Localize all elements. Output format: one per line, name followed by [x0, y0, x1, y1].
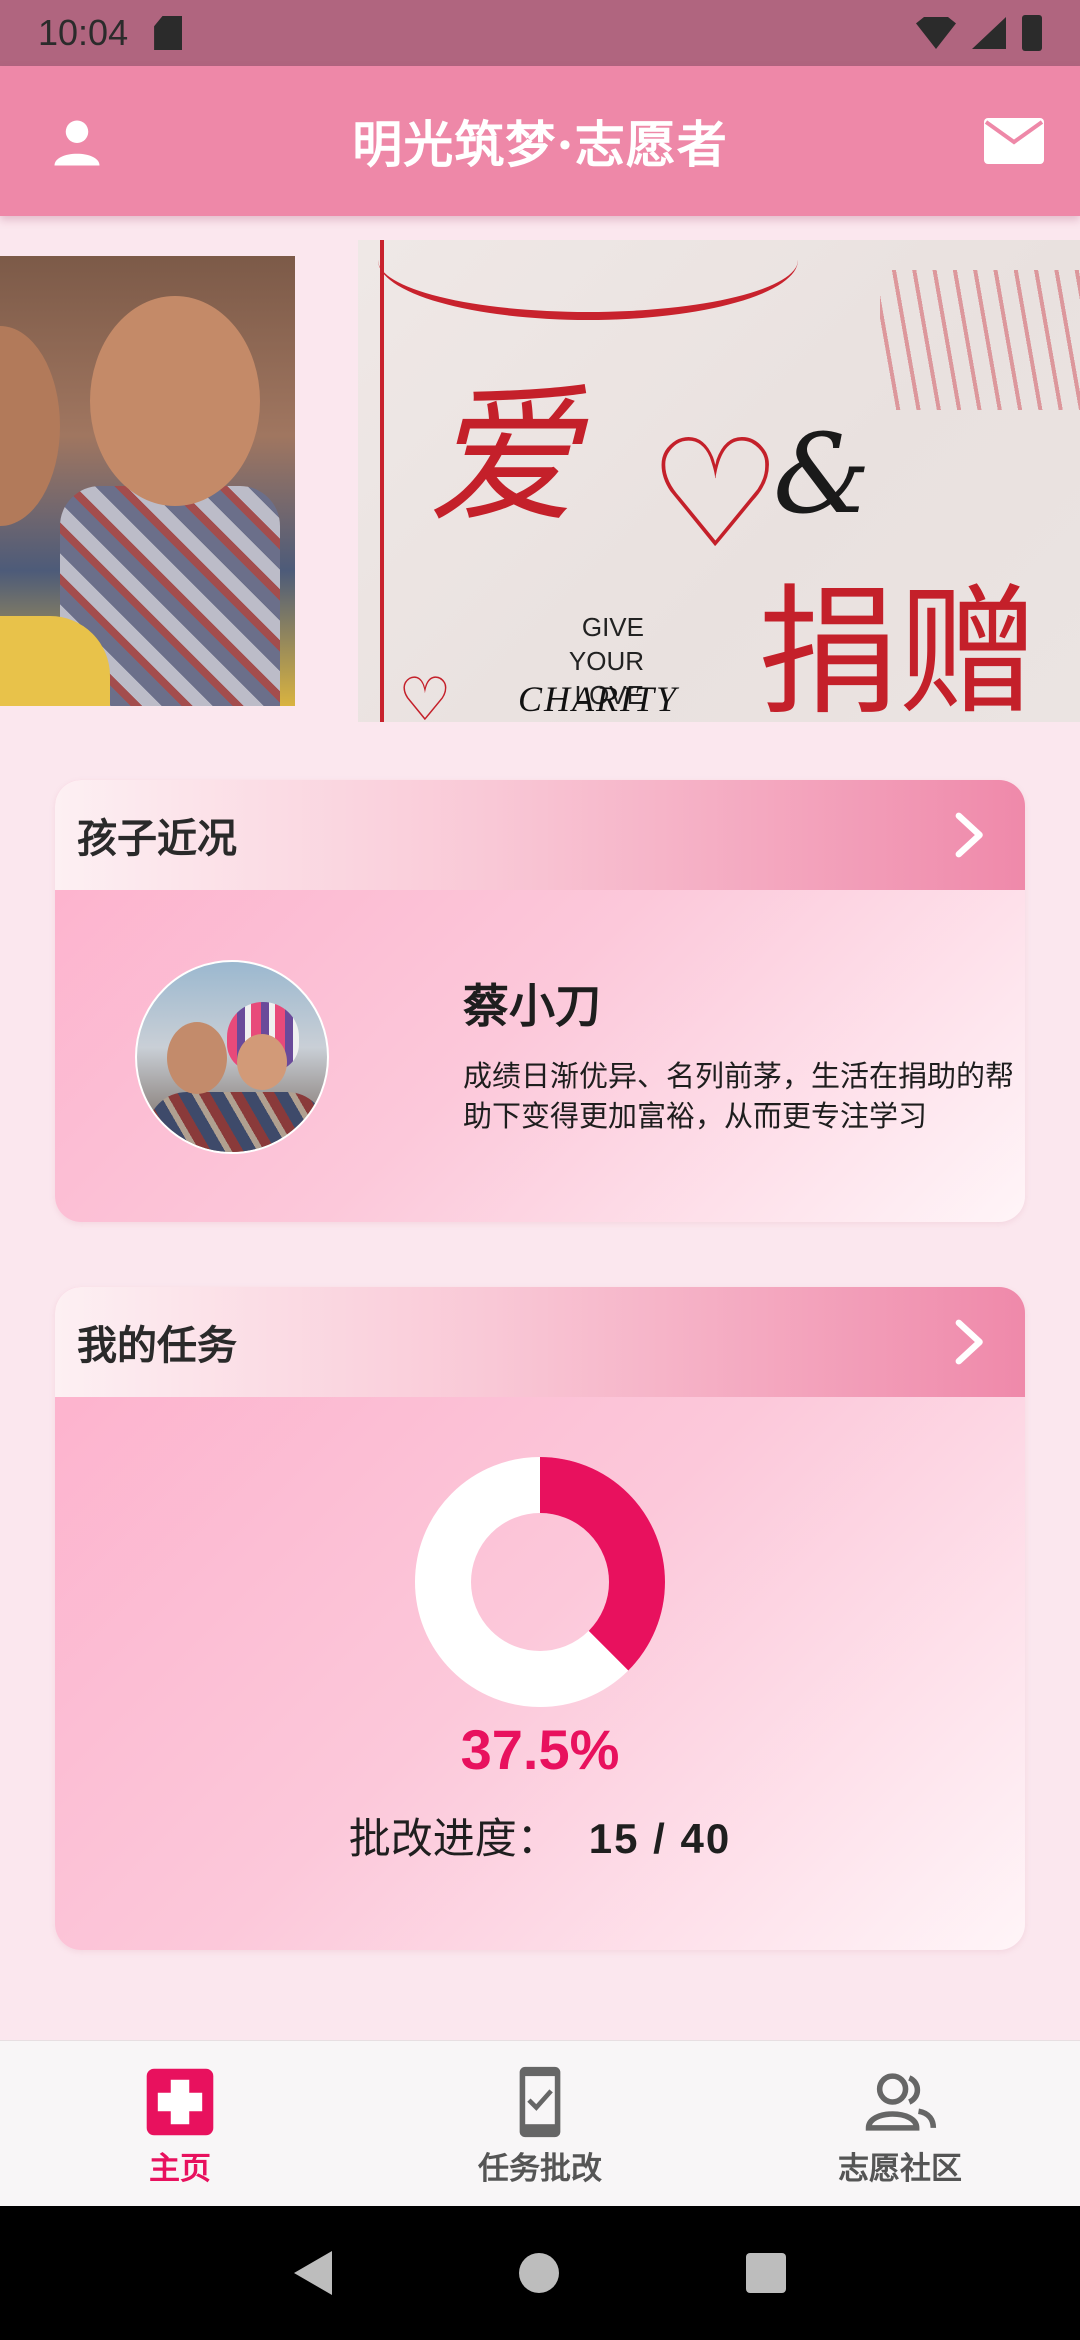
red-ribbon-shape [378, 240, 798, 320]
nav-volunteer-community-label: 志愿社区 [838, 2151, 962, 2187]
status-bar: 10:04 [0, 0, 1080, 66]
give-line-1: GIVE [581, 612, 644, 642]
child-face-shape [0, 326, 60, 526]
user-icon [54, 120, 100, 166]
avatar-face-shape [237, 1034, 287, 1090]
banner-charity-card[interactable]: 爱 ♡ & 捐赠 GIVE YOUR LOVE CHARITY ♡ [358, 240, 1080, 722]
kids-section-header[interactable]: 孩子近况 [55, 780, 1025, 890]
phone-check-icon [519, 2066, 561, 2138]
home-icon[interactable] [518, 2253, 559, 2293]
battery-icon [1022, 15, 1042, 51]
banner-carousel[interactable]: 爱 ♡ & 捐赠 GIVE YOUR LOVE CHARITY ♡ [0, 240, 1080, 726]
banner-love-char: 爱 [428, 370, 579, 544]
progress-row: 批改进度： 15 / 40 [55, 1805, 1025, 1866]
back-icon[interactable] [293, 2251, 332, 2295]
wifi-icon [916, 17, 956, 49]
banner-photo-children[interactable] [0, 256, 295, 706]
bottom-navigation: 主页 任务批改 志愿社区 [0, 2040, 1080, 2206]
signal-icon [972, 17, 1006, 49]
progress-percent: 37.5% [460, 1718, 620, 1781]
profile-button[interactable] [50, 116, 104, 170]
nav-task-review[interactable]: 任务批改 [360, 2041, 720, 2206]
recent-apps-icon[interactable] [746, 2253, 787, 2293]
small-heart-icon: ♡ [398, 665, 452, 722]
banner-charity-text: CHARITY [518, 679, 679, 719]
tasks-more-button[interactable] [915, 1287, 1025, 1397]
tasks-section-header[interactable]: 我的任务 [55, 1287, 1025, 1397]
avatar-face-shape [167, 1022, 227, 1094]
chevron-right-icon [955, 812, 983, 858]
kids-section-title: 孩子近况 [77, 816, 237, 862]
kids-more-button[interactable] [915, 780, 1025, 890]
chevron-right-icon [955, 1319, 983, 1365]
messages-button[interactable] [984, 118, 1044, 164]
banner-ampersand: & [773, 410, 871, 538]
child-face-shape [90, 296, 260, 506]
medical-cross-icon [146, 2068, 214, 2136]
banner-donate-chars: 捐赠 [758, 572, 1039, 722]
system-navigation-bar [0, 2206, 1080, 2340]
child-description: 成绩日渐优异、名列前茅，生活在捐助的帮助下变得更加富裕，从而更专注学习 [463, 1059, 1015, 1133]
child-name: 蔡小刀 [463, 979, 601, 1033]
people-icon [865, 2073, 937, 2131]
progress-donut-chart [415, 1457, 665, 1707]
my-tasks-card[interactable]: 我的任务 37.5% 批改进度： 15 / 40 [55, 1287, 1025, 1950]
tasks-section-title: 我的任务 [77, 1323, 237, 1369]
page-title: 明光筑梦·志愿者 [352, 115, 728, 174]
nav-volunteer-community[interactable]: 志愿社区 [720, 2041, 1080, 2206]
status-icons [916, 15, 1042, 51]
status-time: 10:04 [38, 12, 129, 53]
red-border-line [380, 240, 384, 722]
raised-hands-illustration [880, 270, 1080, 410]
avatar-body-shape [147, 1092, 327, 1152]
sd-card-icon [154, 16, 183, 50]
nav-task-review-label: 任务批改 [478, 2151, 602, 2187]
kids-status-card[interactable]: 孩子近况 蔡小刀 成绩日渐优异、名列前茅，生活在捐助的帮助下变得更加富裕，从而更… [55, 780, 1025, 1222]
nav-home-label: 主页 [149, 2151, 211, 2187]
app-bar: 明光筑梦·志愿者 [0, 66, 1080, 216]
nav-home[interactable]: 主页 [0, 2041, 360, 2206]
progress-numbers: 15 / 40 [588, 1815, 732, 1862]
progress-label: 批改进度： [348, 1814, 559, 1863]
child-avatar[interactable] [135, 960, 329, 1154]
mail-icon [984, 118, 1044, 164]
